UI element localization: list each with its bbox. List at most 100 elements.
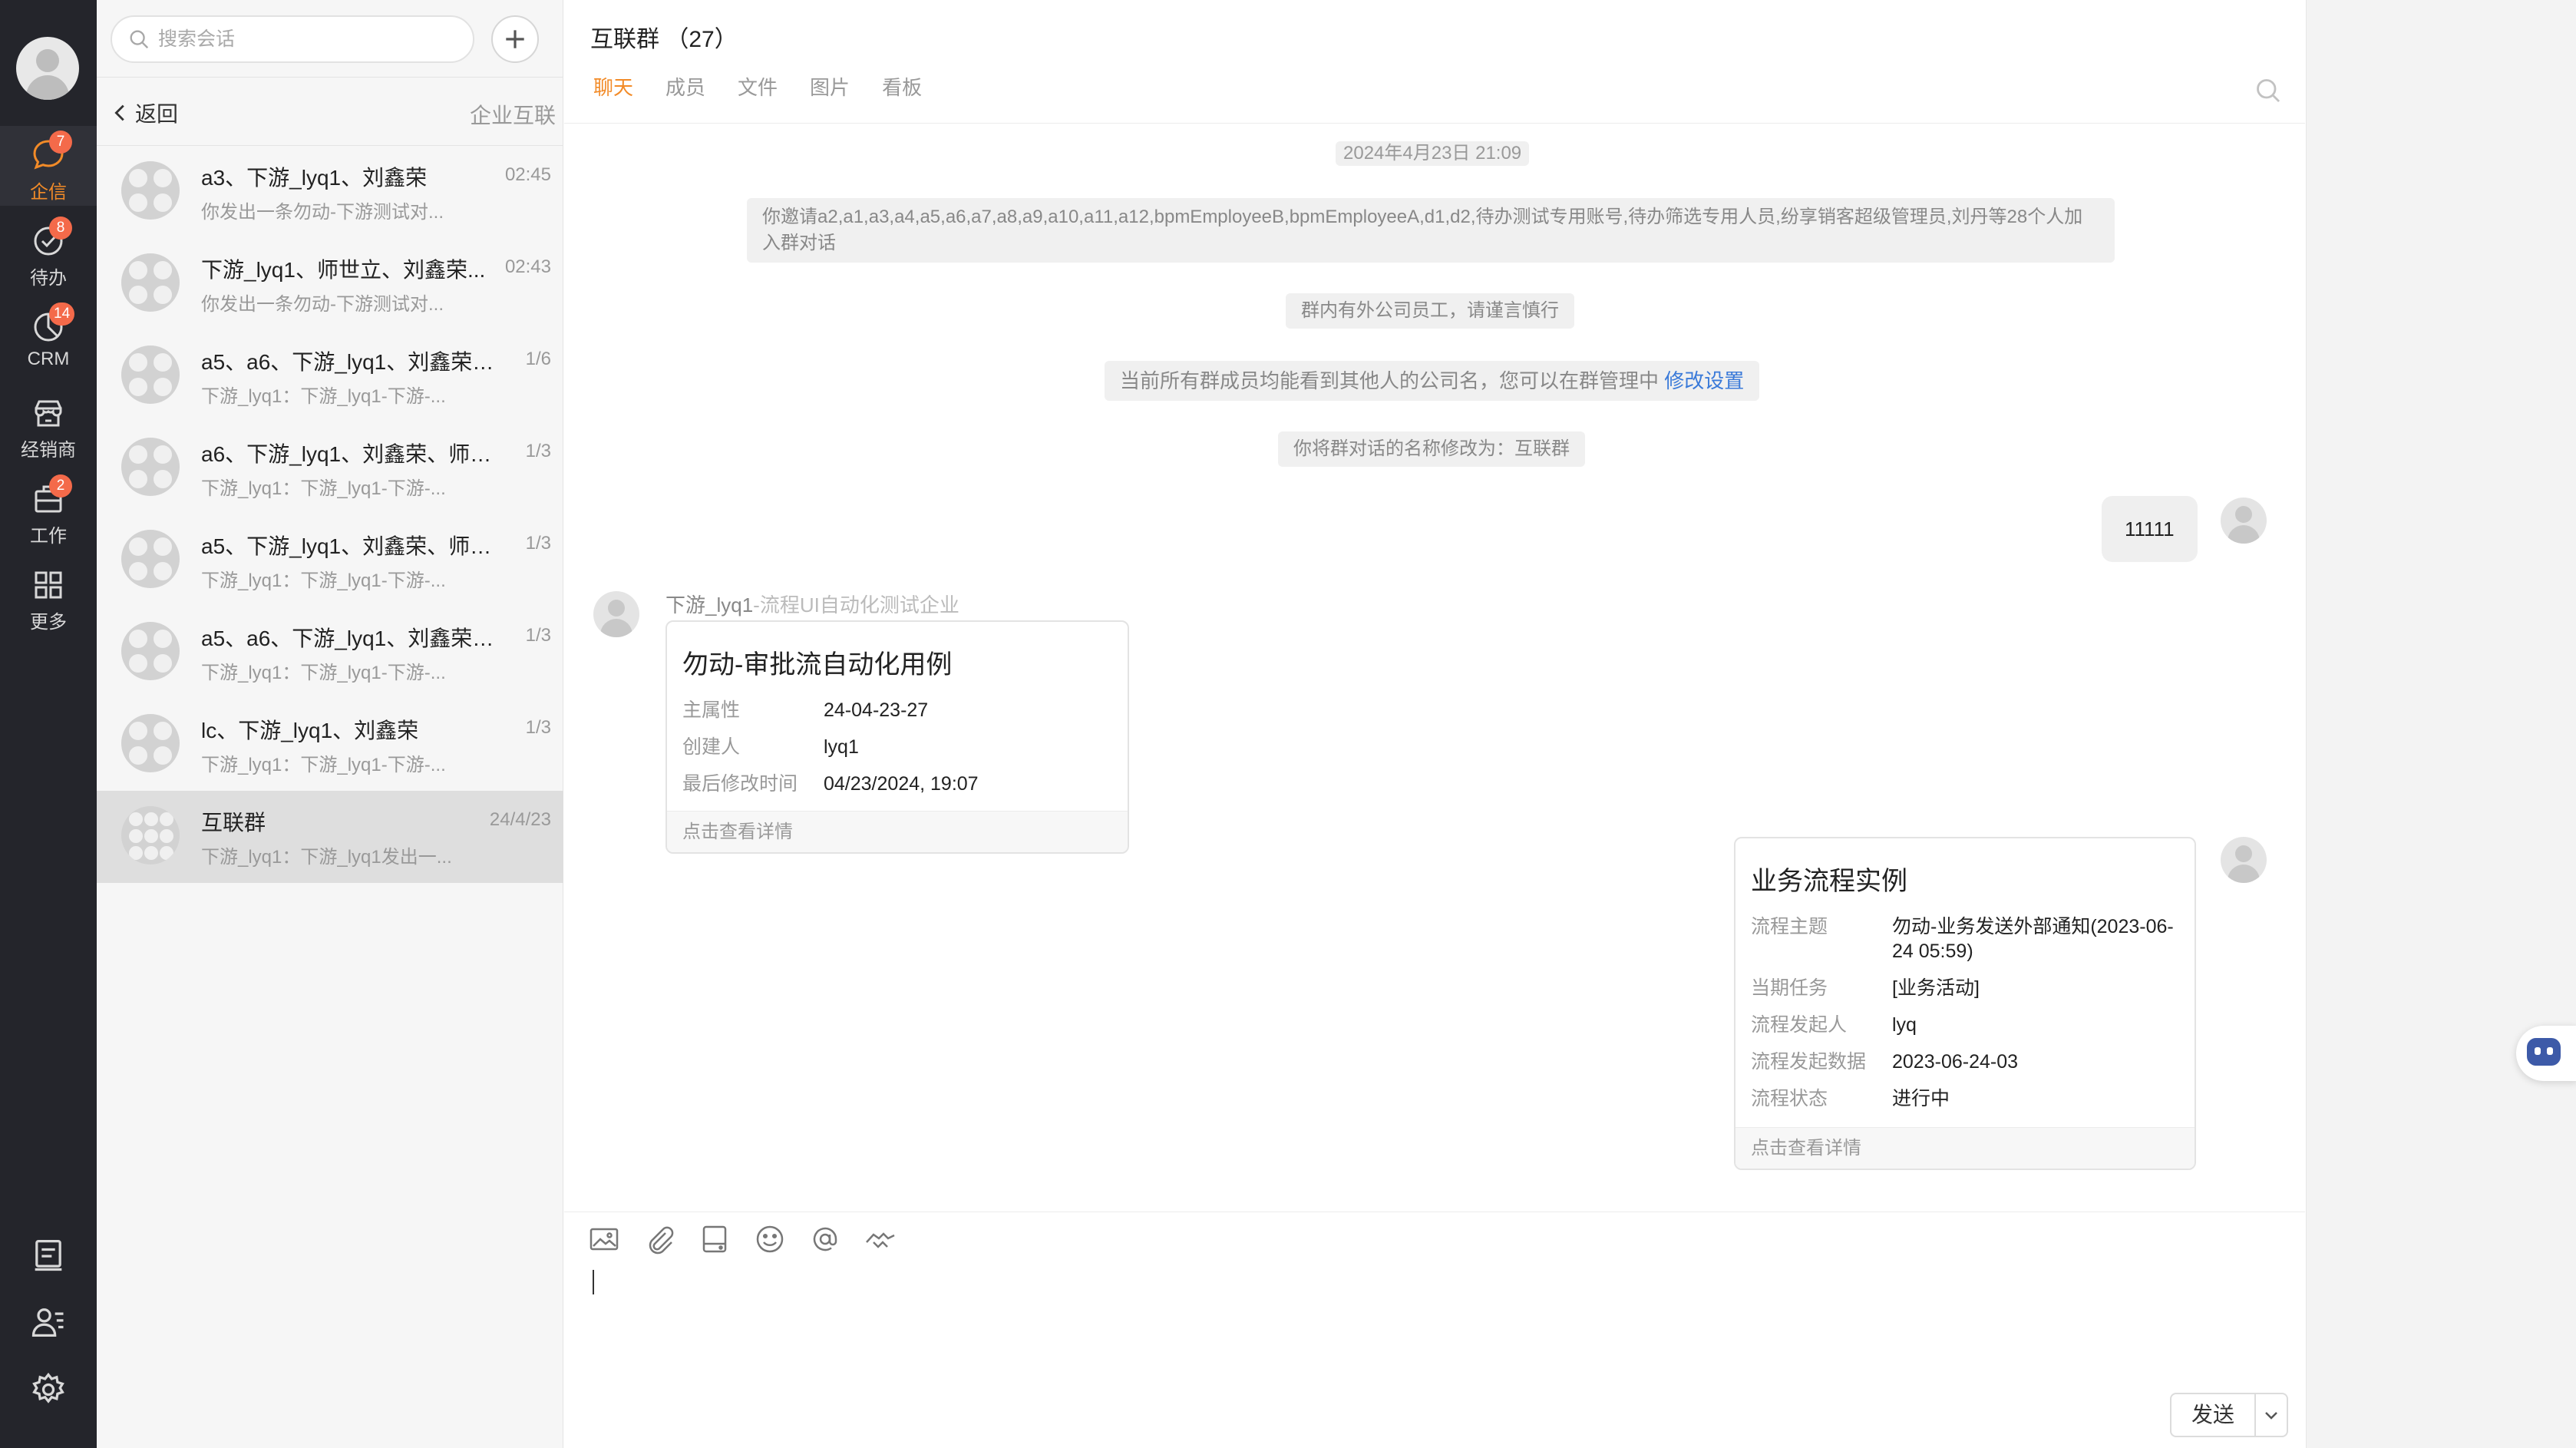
approval-flow-card[interactable]: 勿动-审批流自动化用例 主属性 24-04-23-27 创建人 lyq1 最后修改时… — [665, 620, 1129, 854]
system-message-rename: 你将群对话的名称修改为：互联群 — [1278, 431, 1585, 467]
view-details-link[interactable]: 点击查看详情 — [667, 811, 1128, 852]
conversation-item[interactable]: lc、下游_lyq1、刘鑫荣 1/3 下游_lyq1：下游_lyq1-下游-..… — [97, 699, 563, 791]
conversation-item-selected[interactable]: 互联群 24/4/23 下游_lyq1：下游_lyq1发出一... — [97, 791, 563, 883]
attachment-icon[interactable] — [642, 1222, 676, 1256]
work-badge: 2 — [49, 474, 72, 498]
enterprise-interconnect-label[interactable]: 企业互联 — [470, 99, 556, 130]
tab-board[interactable]: 看板 — [882, 72, 922, 101]
conversation-preview: 下游_lyq1：下游_lyq1-下游-... — [201, 478, 446, 499]
business-process-card[interactable]: 业务流程实例 流程主题 勿动-业务发送外部通知(2023-06-24 05:59)… — [1734, 837, 2196, 1170]
conversation-time: 1/3 — [525, 625, 551, 646]
conversation-time: 02:45 — [504, 164, 551, 185]
add-conversation-button[interactable] — [491, 15, 539, 63]
disk-icon[interactable] — [698, 1222, 732, 1256]
assistant-robot-icon[interactable] — [2516, 1026, 2576, 1081]
card-row: 流程发起数据 2023-06-24-03 — [1735, 1043, 2195, 1080]
emoji-icon[interactable] — [753, 1222, 787, 1256]
view-details-link[interactable]: 点击查看详情 — [1735, 1127, 2195, 1169]
sender-name: 下游_lyq1 — [665, 593, 754, 617]
conversation-list: a3、下游_lyq1、刘鑫荣 02:45 你发出一条勿动-下游测试对... 下游… — [97, 146, 563, 883]
handshake-icon[interactable] — [864, 1222, 897, 1256]
conversation-item[interactable]: 下游_lyq1、师世立、刘鑫荣... 02:43 你发出一条勿动-下游测试对..… — [97, 238, 563, 330]
tab-files[interactable]: 文件 — [738, 72, 778, 101]
my-message-avatar[interactable] — [2221, 837, 2267, 883]
card-key: 流程主题 — [1751, 916, 1828, 937]
card-value: lyq — [1892, 1014, 1917, 1036]
mention-icon[interactable] — [808, 1222, 842, 1256]
card-title: 勿动-审批流自动化用例 — [682, 650, 953, 679]
conversation-preview: 你发出一条勿动-下游测试对... — [201, 202, 444, 223]
right-blank-area — [2306, 0, 2576, 1448]
card-value: [业务活动] — [1892, 977, 1980, 999]
group-avatar — [121, 253, 180, 312]
conversation-preview: 下游_lyq1：下游_lyq1-下游-... — [201, 755, 446, 775]
rail-item-dealer[interactable]: 经销商 — [0, 384, 97, 464]
modify-settings-link[interactable]: 修改设置 — [1664, 369, 1744, 392]
my-avatar[interactable] — [16, 37, 79, 100]
card-value: 04/23/2024, 19:07 — [824, 773, 979, 795]
rail-item-crm[interactable]: CRM 14 — [0, 298, 97, 378]
my-message-bubble[interactable]: 11111 — [2102, 496, 2198, 562]
my-message-avatar[interactable] — [2221, 498, 2267, 544]
rail-label-todo: 待办 — [30, 268, 67, 289]
conversation-time: 1/6 — [525, 349, 551, 369]
group-avatar — [121, 530, 180, 588]
conversation-name: 互联群 — [201, 811, 266, 835]
tab-images[interactable]: 图片 — [810, 72, 850, 101]
back-button[interactable]: 返回 — [109, 98, 178, 128]
card-key: 主属性 — [682, 699, 741, 721]
rail-item-todo[interactable]: 待办 8 — [0, 212, 97, 292]
image-icon[interactable] — [587, 1222, 621, 1256]
conversation-name: lc、下游_lyq1、刘鑫荣 — [201, 719, 419, 742]
conversation-name: a6、下游_lyq1、刘鑫荣、师世立 — [201, 442, 508, 466]
conversation-item[interactable]: a5、a6、下游_lyq1、刘鑫荣、... 1/6 下游_lyq1：下游_lyq… — [97, 330, 563, 422]
rail-item-more[interactable]: 更多 — [0, 556, 97, 636]
conversation-preview: 下游_lyq1：下游_lyq1发出一... — [201, 847, 452, 868]
send-button[interactable]: 发送 — [2171, 1394, 2254, 1436]
card-row: 当期任务 [业务活动] — [1735, 970, 2195, 1007]
group-avatar — [121, 438, 180, 496]
gear-icon[interactable] — [28, 1370, 68, 1410]
rail-label-work: 工作 — [30, 526, 67, 547]
back-label: 返回 — [135, 102, 179, 126]
conversation-item[interactable]: a6、下游_lyq1、刘鑫荣、师世立 1/3 下游_lyq1：下游_lyq1-下… — [97, 422, 563, 514]
rail-label-crm: CRM — [27, 349, 70, 369]
group-avatar — [121, 345, 180, 404]
search-box[interactable] — [111, 15, 474, 63]
document-icon[interactable] — [28, 1235, 68, 1274]
chevron-left-icon — [114, 104, 124, 121]
send-options-dropdown[interactable] — [2254, 1394, 2287, 1436]
tab-members[interactable]: 成员 — [665, 72, 705, 101]
search-input[interactable] — [158, 28, 450, 51]
sender-avatar[interactable] — [593, 591, 639, 637]
conversation-time: 02:43 — [504, 256, 551, 277]
composer-toolbar — [587, 1222, 919, 1256]
conversation-preview: 下游_lyq1：下游_lyq1-下游-... — [201, 570, 446, 591]
rail-item-messages[interactable]: 企信 7 — [0, 126, 97, 206]
conversation-preview: 你发出一条勿动-下游测试对... — [201, 294, 444, 315]
conversation-time: 1/3 — [525, 441, 551, 461]
card-key: 创建人 — [682, 736, 741, 758]
contacts-icon[interactable] — [28, 1302, 68, 1342]
conversation-time: 1/3 — [525, 533, 551, 554]
conversation-time: 1/3 — [525, 717, 551, 738]
system-message-warning: 群内有外公司员工，请谨言慎行 — [1286, 293, 1574, 329]
conversation-item[interactable]: a5、下游_lyq1、刘鑫荣、师世立 1/3 下游_lyq1：下游_lyq1-下… — [97, 514, 563, 607]
conversation-item[interactable]: a3、下游_lyq1、刘鑫荣 02:45 你发出一条勿动-下游测试对... — [97, 146, 563, 238]
card-value: 勿动-业务发送外部通知(2023-06-24 05:59) — [1892, 916, 2174, 962]
system-message-company-visibility: 当前所有群成员均能看到其他人的公司名，您可以在群管理中 修改设置 — [1105, 361, 1760, 401]
card-key: 当期任务 — [1751, 977, 1828, 999]
group-avatar — [121, 161, 180, 220]
rail-item-work[interactable]: 工作 2 — [0, 470, 97, 550]
date-stamp: 2024年4月23日 21:09 — [1336, 141, 1530, 166]
card-key: 流程状态 — [1751, 1088, 1828, 1109]
text-cursor[interactable] — [593, 1270, 594, 1294]
card-value: 2023-06-24-03 — [1892, 1051, 2019, 1073]
rail-label-dealer: 经销商 — [21, 440, 76, 461]
tab-chat[interactable]: 聊天 — [593, 72, 633, 101]
conversation-item[interactable]: a5、a6、下游_lyq1、刘鑫荣、... 1/3 下游_lyq1：下游_lyq… — [97, 607, 563, 699]
search-icon[interactable] — [2254, 77, 2282, 104]
card-key: 最后修改时间 — [682, 773, 798, 795]
plus-icon — [506, 30, 524, 48]
conversation-name: a5、下游_lyq1、刘鑫荣、师世立 — [201, 534, 508, 558]
